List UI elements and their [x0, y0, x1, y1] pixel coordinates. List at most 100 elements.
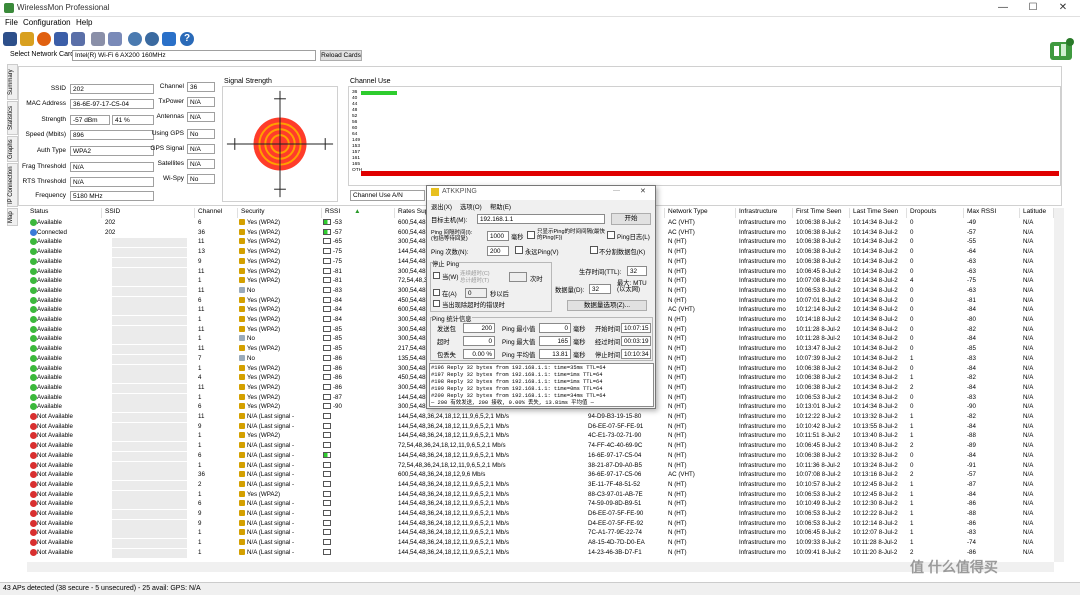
col-channel[interactable]: Channel: [195, 208, 238, 218]
available-icon: [30, 345, 37, 353]
nofrag-checkbox[interactable]: [590, 246, 598, 254]
lock-icon: [239, 442, 245, 449]
interval-input[interactable]: 1000: [487, 231, 509, 241]
table-row[interactable]: Not Available 6 N/A (Last signal - 144,54,4…: [27, 500, 1054, 510]
cell-drop: 1: [910, 519, 914, 527]
save-icon[interactable]: [3, 32, 17, 46]
data-size-options-button[interactable]: 数据量选项(Z)...: [567, 300, 647, 311]
ping-menu-exit[interactable]: 退出(X): [431, 202, 452, 211]
ping-log[interactable]: #196 Reply 32 bytes from 192.168.1.1: ti…: [429, 363, 654, 407]
tab-ip-connection[interactable]: IP Connection: [7, 163, 18, 207]
table-row[interactable]: Not Available 1 Yes (WPA2) 144,54,48,36,24,…: [27, 490, 1054, 501]
menu-file[interactable]: File: [5, 18, 18, 27]
table-row[interactable]: Not Available 6 N/A (Last signal - 144,54,4…: [27, 451, 1054, 462]
target-host-input[interactable]: 192.168.1.1: [477, 214, 605, 224]
table-row[interactable]: Not Available 1 N/A (Last signal - 144,54,4…: [27, 529, 1054, 539]
satellites-label: Satellites: [157, 160, 184, 167]
rssi-bar-icon: [323, 248, 331, 255]
table-row[interactable]: Not Available 9 N/A (Last signal - 144,54,4…: [27, 519, 1054, 530]
globe-icon[interactable]: [128, 32, 142, 46]
ping-log-checkbox[interactable]: [607, 231, 615, 239]
stop-when-checkbox[interactable]: [433, 272, 440, 279]
col-dropouts[interactable]: Dropouts: [907, 208, 964, 218]
cell-inf: Infrastructure mo: [739, 228, 786, 236]
available-icon: [30, 354, 37, 362]
at-checkbox[interactable]: [433, 289, 440, 296]
col-rssi[interactable]: RSSI ▲: [322, 208, 395, 218]
ping-menu-help[interactable]: 帮助(E): [490, 202, 511, 211]
ping-close-button[interactable]: ✕: [640, 187, 646, 195]
cell-status: Not Available: [37, 539, 74, 547]
rssi-bar-icon: [323, 539, 331, 546]
stop-on-fail-checkbox[interactable]: [433, 300, 440, 307]
table-row[interactable]: Not Available 1 N/A (Last signal - 72,54,48…: [27, 461, 1054, 472]
redacted-ssid: [112, 238, 187, 248]
horizontal-scrollbar[interactable]: [27, 562, 1054, 572]
ttl-input[interactable]: 32: [627, 266, 647, 276]
minimize-button[interactable]: —: [990, 1, 1016, 15]
table-row[interactable]: Not Available 9 N/A (Last signal - 144,54,4…: [27, 422, 1054, 433]
ping-menu-options[interactable]: 选项(O): [460, 202, 482, 211]
col-status[interactable]: Status: [27, 208, 102, 218]
table-row[interactable]: Not Available 11 N/A (Last signal - 144,54,…: [27, 413, 1054, 423]
available-icon: [30, 219, 37, 226]
col-max-rssi[interactable]: Max RSSI: [964, 208, 1020, 218]
start-button[interactable]: 开始: [611, 213, 651, 225]
tab-graphs[interactable]: Graphs: [7, 136, 18, 162]
maximize-button[interactable]: ☐: [1020, 1, 1046, 15]
max-label: Ping 最大值: [502, 339, 536, 346]
table-row[interactable]: Not Available 36 N/A (Last signal - 600,54,…: [27, 471, 1054, 481]
table-row[interactable]: Not Available 1 N/A (Last signal - 144,54,4…: [27, 548, 1054, 559]
cell-first: 10:11:28 8-Jul-2: [796, 325, 841, 333]
col-network-type[interactable]: Network Type: [665, 208, 736, 218]
channel-use-select[interactable]: Channel Use A/N: [350, 190, 425, 201]
table-row[interactable]: Not Available 2 N/A (Last signal - 144,54,4…: [27, 480, 1054, 491]
col-first-seen[interactable]: First Time Seen: [793, 208, 850, 218]
cell-type: N (HT): [668, 316, 687, 323]
cards-icon[interactable]: [108, 32, 122, 46]
count-input[interactable]: 200: [487, 246, 509, 256]
close-button[interactable]: ✕: [1050, 1, 1076, 15]
at-input[interactable]: 0: [465, 288, 487, 298]
help-icon[interactable]: ?: [180, 32, 194, 46]
show-reply-checkbox[interactable]: [527, 231, 535, 239]
copy-icon[interactable]: [91, 32, 105, 46]
network3-icon[interactable]: [162, 32, 176, 46]
col-ssid[interactable]: SSID: [102, 208, 195, 218]
network-card-select[interactable]: Intel(R) Wi-Fi 6 AX200 160MHz: [72, 50, 316, 61]
stop-opt2[interactable]: 总计超时(T): [460, 276, 489, 284]
menu-help[interactable]: Help: [76, 18, 92, 27]
table-row[interactable]: Not Available 1 N/A (Last signal - 144,54,4…: [27, 539, 1054, 549]
col-latitude[interactable]: Latitude: [1020, 208, 1054, 218]
using-gps-label: Using GPS: [151, 130, 184, 137]
cell-inf: Infrastructure mo: [739, 316, 786, 323]
unavailable-icon: [30, 490, 37, 498]
forever-checkbox[interactable]: [515, 246, 523, 254]
table-row[interactable]: Not Available 1 N/A (Last signal - 72,54,48…: [27, 442, 1054, 452]
cell-type: AC (VHT): [668, 471, 695, 479]
data-size-input[interactable]: 32: [589, 284, 611, 294]
stop-times-input[interactable]: [509, 272, 527, 282]
record-icon[interactable]: [37, 32, 51, 46]
cell-sec: Yes (WPA2): [247, 248, 281, 256]
col-security[interactable]: Security: [238, 208, 322, 218]
tab-statistics[interactable]: Statistics: [7, 101, 18, 135]
cell-status: Not Available: [37, 519, 74, 527]
cell-first: 10:06:53 8-Jul-2: [796, 286, 841, 294]
col-infrastructure[interactable]: Infrastructure: [736, 208, 793, 218]
tab-map[interactable]: Map: [7, 208, 18, 226]
network2-icon[interactable]: [71, 32, 85, 46]
menu-configuration[interactable]: Configuration: [23, 18, 71, 27]
table-row[interactable]: Not Available 1 Yes (WPA2) 144,54,48,36,24,…: [27, 432, 1054, 442]
globe2-icon[interactable]: [145, 32, 159, 46]
cell-last: 10:13:40 8-Jul-2: [853, 442, 898, 450]
redacted-ssid: [112, 510, 187, 519]
ping-minimize-button[interactable]: —: [613, 187, 620, 194]
tab-summary[interactable]: Summary: [7, 64, 18, 100]
vertical-scrollbar[interactable]: [1054, 208, 1064, 562]
folder-icon[interactable]: [20, 32, 34, 46]
col-last-seen[interactable]: Last Time Seen: [850, 208, 907, 218]
table-row[interactable]: Not Available 9 N/A (Last signal - 144,54,4…: [27, 510, 1054, 520]
reload-cards-button[interactable]: Reload Cards: [320, 50, 362, 61]
network-icon[interactable]: [54, 32, 68, 46]
